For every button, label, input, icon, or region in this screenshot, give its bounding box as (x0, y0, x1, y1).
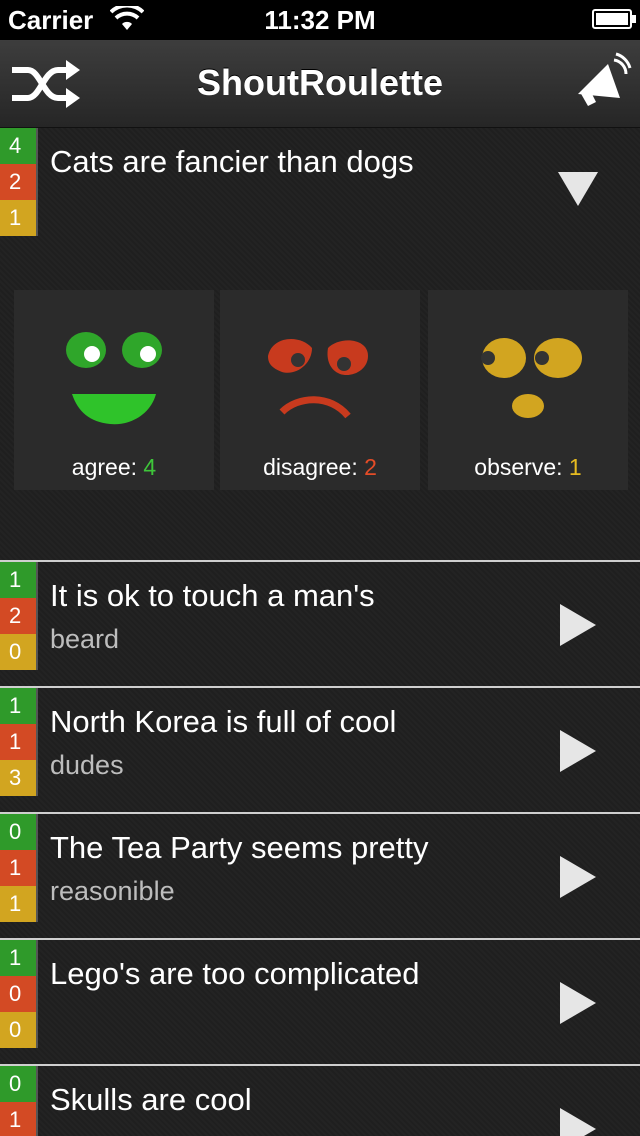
agree-count: 4 (143, 454, 157, 480)
score-strip: 4 2 1 (0, 128, 38, 236)
happy-face-icon (66, 332, 162, 425)
shout-row[interactable]: 1 2 0 It is ok to touch a man's beard (0, 560, 640, 686)
shout-title: Cats are fancier than dogs (50, 144, 414, 179)
app-title: ShoutRoulette (197, 62, 443, 103)
shout-title: Lego's are too complicated (50, 956, 420, 991)
expand-arrow-icon[interactable] (558, 854, 598, 900)
shout-row[interactable]: 0 1 Skulls are cool (0, 1064, 640, 1136)
shout-title: The Tea Party seems pretty (50, 830, 429, 865)
observe-score: 1 (0, 886, 36, 922)
score-strip: 0 1 (0, 1066, 38, 1136)
shout-title-continued: beard (50, 624, 120, 654)
shout-title: Skulls are cool (50, 1082, 252, 1117)
shout-title-continued: reasonible (50, 876, 175, 906)
disagree-score: 1 (0, 1102, 36, 1136)
expand-arrow-icon[interactable] (558, 980, 598, 1026)
observe-button[interactable]: observe: 1 (428, 290, 628, 490)
megaphone-icon[interactable] (568, 52, 632, 116)
agree-score: 0 (0, 1066, 36, 1102)
disagree-score: 1 (0, 850, 36, 886)
shout-title: It is ok to touch a man's (50, 578, 375, 613)
shout-row[interactable]: 1 0 0 Lego's are too complicated (0, 938, 640, 1064)
navigation-bar: ShoutRoulette (0, 40, 640, 128)
expanded-shout[interactable]: 4 2 1 Cats are fancier than dogs agree: … (0, 128, 640, 560)
observe-score: 0 (0, 634, 36, 670)
observe-score: 1 (0, 200, 36, 236)
agree-label: agree: 4 (14, 454, 214, 481)
expand-arrow-icon[interactable] (558, 728, 598, 774)
observe-count: 1 (568, 454, 582, 480)
shout-title-continued: dudes (50, 750, 124, 780)
observe-face-icon (481, 338, 582, 418)
agree-score: 4 (0, 128, 36, 164)
observe-score: 0 (0, 1012, 36, 1048)
expand-arrow-icon[interactable] (558, 602, 598, 648)
disagree-count: 2 (364, 454, 377, 480)
shout-row[interactable]: 0 1 1 The Tea Party seems pretty reasoni… (0, 812, 640, 938)
observe-text: observe: (474, 454, 563, 480)
agree-text: agree: (71, 454, 138, 480)
disagree-score: 2 (0, 164, 36, 200)
agree-button[interactable]: agree: 4 (14, 290, 214, 490)
agree-score: 1 (0, 688, 36, 724)
battery-icon (592, 9, 636, 29)
disagree-score: 0 (0, 976, 36, 1012)
score-strip: 1 2 0 (0, 562, 38, 670)
clock: 11:32 PM (264, 5, 376, 35)
observe-label: observe: 1 (428, 454, 628, 481)
score-strip: 0 1 1 (0, 814, 38, 922)
score-strip: 1 0 0 (0, 940, 38, 1048)
angry-face-icon (268, 338, 368, 419)
disagree-score: 1 (0, 724, 36, 760)
collapse-chevron-icon[interactable] (556, 170, 600, 208)
expand-arrow-icon[interactable] (558, 1106, 598, 1136)
status-bar: Carrier 11:32 PM (0, 0, 640, 40)
disagree-button[interactable]: disagree: 2 (220, 290, 420, 490)
disagree-label: disagree: 2 (220, 454, 420, 481)
shout-row[interactable]: 1 1 3 North Korea is full of cool dudes (0, 686, 640, 812)
agree-score: 1 (0, 940, 36, 976)
agree-score: 1 (0, 562, 36, 598)
disagree-text: disagree: (263, 454, 358, 480)
shout-title: North Korea is full of cool (50, 704, 397, 739)
score-strip: 1 1 3 (0, 688, 38, 796)
observe-score: 3 (0, 760, 36, 796)
agree-score: 0 (0, 814, 36, 850)
disagree-score: 2 (0, 598, 36, 634)
